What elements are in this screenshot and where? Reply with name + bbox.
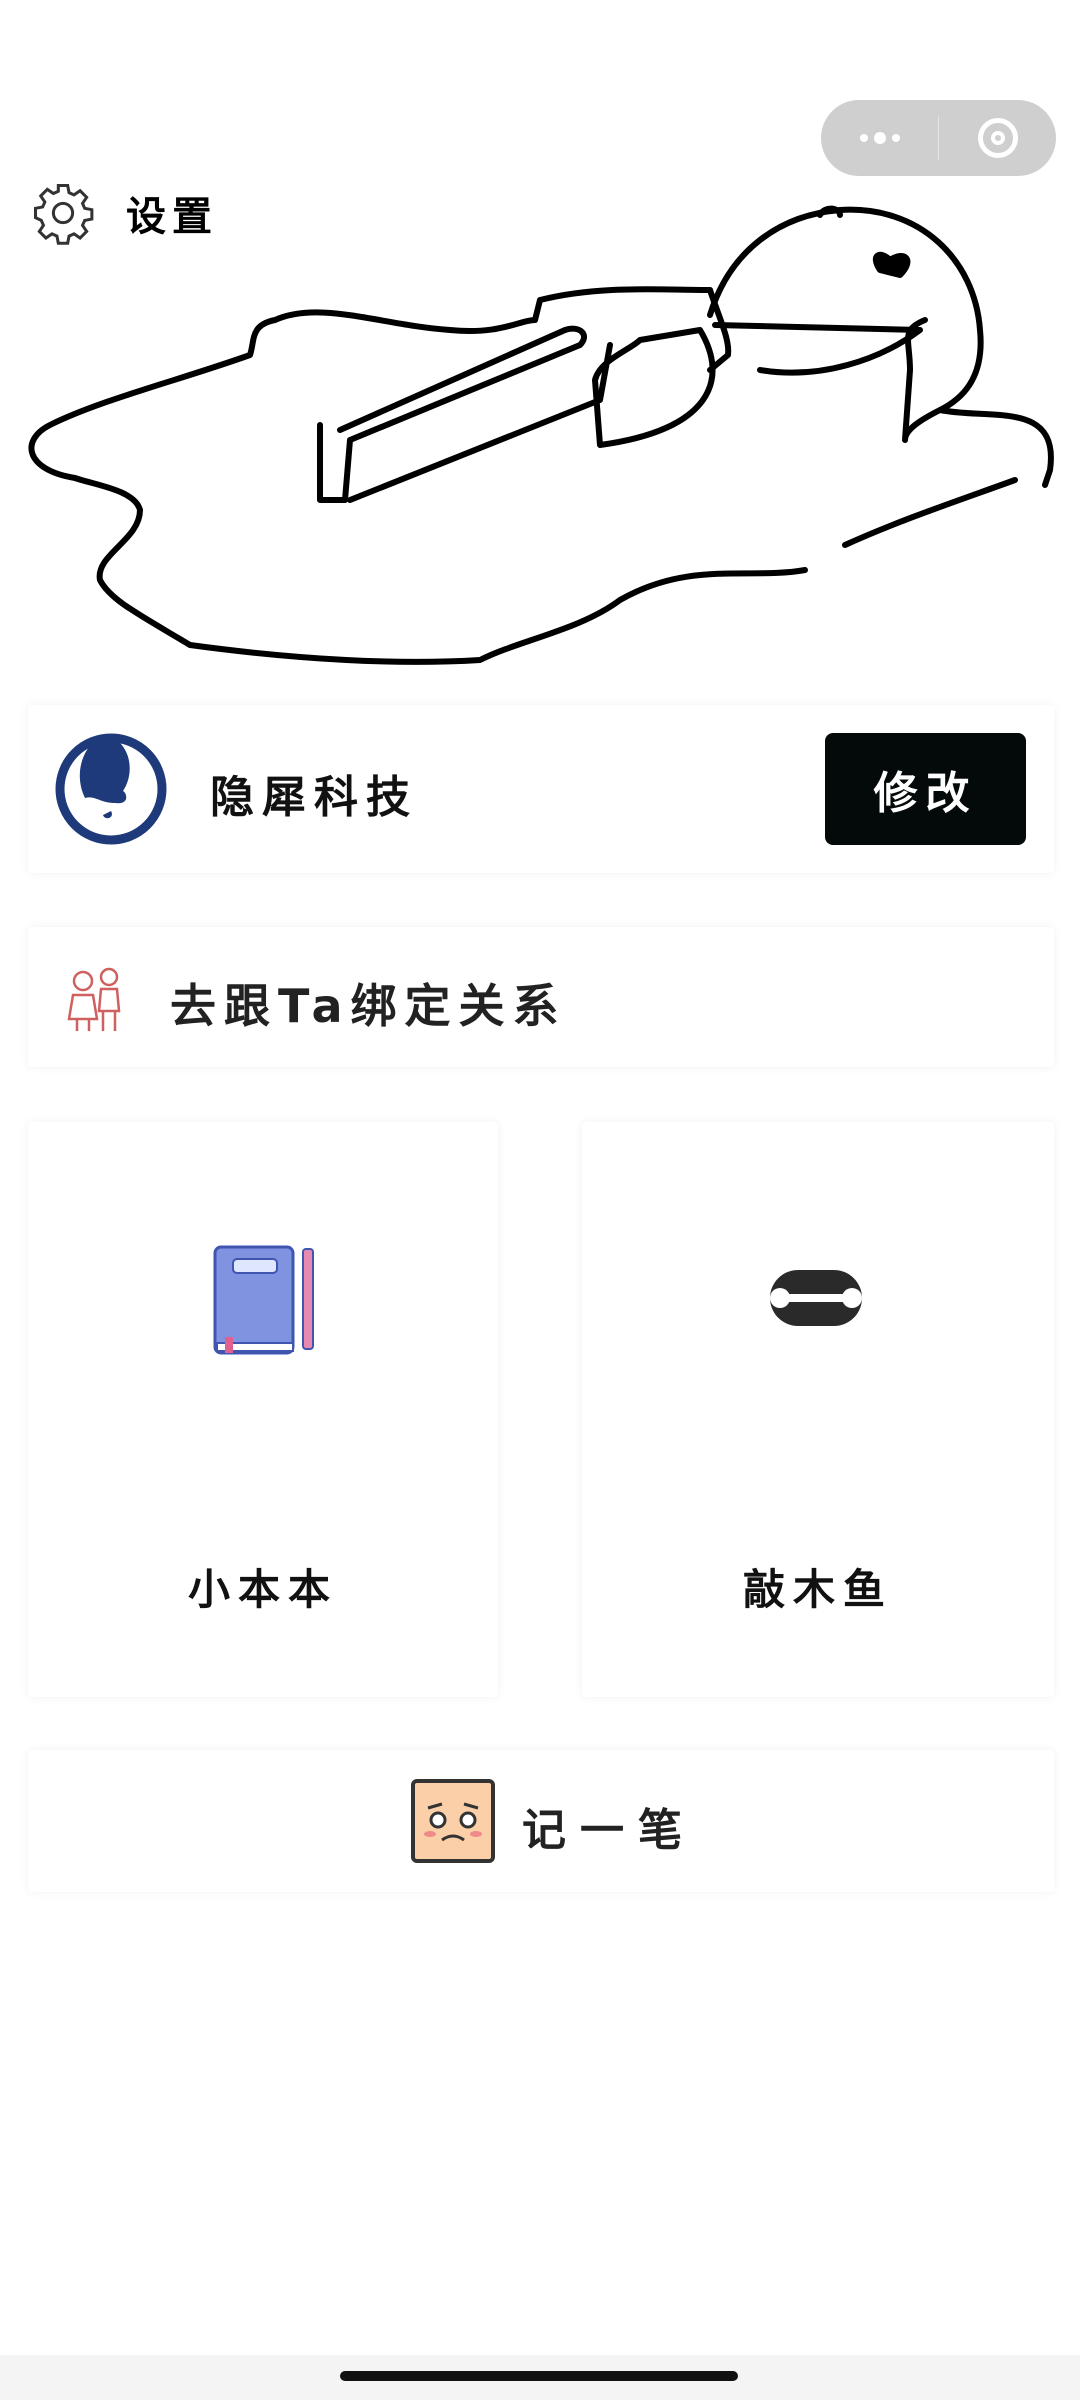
couple-icon bbox=[67, 967, 121, 1031]
bind-partner-card[interactable]: 去跟Ta绑定关系 bbox=[28, 927, 1054, 1067]
quick-note-label: 记一笔 bbox=[522, 1805, 696, 1856]
tile-label: 小本本 bbox=[187, 1565, 338, 1614]
target-circle-icon bbox=[977, 118, 1018, 158]
crying-face-icon bbox=[411, 1779, 495, 1863]
more-button[interactable] bbox=[821, 100, 938, 176]
more-dots-icon bbox=[859, 132, 900, 144]
tile-wooden-fish[interactable]: 敲木鱼 bbox=[582, 1122, 1054, 1697]
edit-button[interactable]: 修改 bbox=[825, 733, 1026, 845]
tile-label: 敲木鱼 bbox=[742, 1565, 893, 1614]
mini-program-capsule bbox=[821, 100, 1056, 176]
quick-note-card[interactable]: 记一笔 bbox=[28, 1750, 1054, 1892]
close-button[interactable] bbox=[939, 100, 1056, 176]
profile-card: 隐犀科技 修改 bbox=[28, 705, 1054, 873]
notebook-icon bbox=[213, 1245, 314, 1355]
wooden-fish-icon bbox=[770, 1270, 862, 1326]
lying-figure-illustration bbox=[28, 205, 1054, 665]
company-logo bbox=[55, 733, 167, 845]
bottom-bar bbox=[0, 2355, 1080, 2400]
tile-notebook[interactable]: 小本本 bbox=[28, 1122, 498, 1697]
bind-label: 去跟Ta绑定关系 bbox=[170, 979, 567, 1033]
company-name: 隐犀科技 bbox=[210, 772, 418, 823]
home-indicator[interactable] bbox=[340, 2371, 738, 2381]
